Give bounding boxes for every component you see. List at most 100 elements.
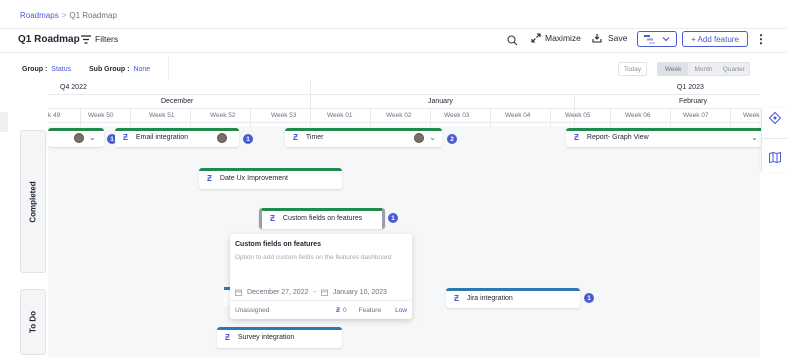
feature-z-icon: Ƶ bbox=[574, 133, 579, 142]
divider bbox=[48, 122, 760, 123]
zoom-week[interactable]: Week bbox=[658, 63, 689, 75]
subgroup-selector[interactable]: Sub Group : None bbox=[89, 66, 150, 73]
lane-label: Completed bbox=[28, 180, 38, 223]
maximize-icon bbox=[531, 33, 541, 43]
feature-name: Report- Graph View bbox=[586, 134, 649, 141]
maximize-button[interactable]: Maximize bbox=[531, 33, 581, 43]
divider bbox=[0, 52, 788, 53]
popup-type: Feature bbox=[358, 306, 382, 314]
week-label: Week 01 bbox=[327, 112, 353, 119]
filter-icon bbox=[81, 34, 91, 44]
feature-card[interactable]: Ƶ Report- Graph View ⌄ bbox=[566, 128, 766, 147]
week-label: Week 50 bbox=[88, 112, 114, 119]
divider bbox=[762, 138, 788, 139]
zoom-quarter[interactable]: Quarter bbox=[719, 63, 749, 75]
group-label: Group : bbox=[22, 66, 48, 73]
divider bbox=[670, 108, 671, 126]
subgroup-value[interactable]: None bbox=[133, 66, 150, 73]
avatar bbox=[74, 132, 84, 143]
week-label: Week 04 bbox=[505, 112, 531, 119]
divider bbox=[490, 108, 491, 126]
feature-z-icon: Ƶ bbox=[293, 133, 298, 142]
status-bar bbox=[115, 128, 239, 131]
status-bar bbox=[199, 168, 342, 171]
feature-z-icon: Ƶ bbox=[207, 174, 212, 183]
feature-z-icon: Ƶ bbox=[225, 333, 230, 342]
assignee[interactable]: Unassigned bbox=[235, 307, 269, 314]
lane-todo: To Do bbox=[20, 289, 46, 355]
month-label: December bbox=[161, 98, 194, 105]
status-bar bbox=[285, 128, 442, 131]
month-label: February bbox=[679, 98, 708, 105]
group-selector[interactable]: Group : Status bbox=[22, 66, 71, 73]
popup-title: Custom fields on features bbox=[235, 241, 321, 248]
start-date[interactable]: December 27, 2022 bbox=[247, 289, 308, 296]
popup-description: Option to add custom fields on the featu… bbox=[235, 254, 392, 261]
quarter-label: Q1 2023 bbox=[677, 84, 704, 91]
week-label: k 49 bbox=[48, 112, 61, 119]
week-label: Week 06 bbox=[625, 112, 651, 119]
feature-card[interactable]: Ƶ Date Ux Improvement bbox=[199, 168, 342, 189]
calendar-icon bbox=[320, 289, 328, 296]
week-label: Week 51 bbox=[149, 112, 175, 119]
zoom-month[interactable]: Month bbox=[688, 63, 718, 75]
subgroup-label: Sub Group : bbox=[89, 66, 130, 73]
feature-name: Custom fields on features bbox=[282, 215, 363, 222]
breadcrumb-separator: > bbox=[61, 11, 67, 20]
feature-card[interactable]: Ƶ Timer ⌄ bbox=[285, 128, 442, 147]
kebab-icon[interactable]: ⋮ bbox=[755, 33, 767, 45]
roadmap-nav-icon[interactable] bbox=[768, 111, 782, 126]
feature-card[interactable]: Ƶ Custom fields on features bbox=[259, 208, 385, 229]
today-button[interactable]: Today bbox=[618, 62, 647, 76]
breadcrumb-current: Q1 Roadmap bbox=[69, 11, 117, 20]
filters-label: Filters bbox=[95, 34, 119, 44]
calendar-icon bbox=[235, 289, 242, 296]
chevron-down-icon bbox=[662, 37, 670, 42]
feature-z-icon: Ƶ bbox=[336, 306, 341, 314]
divider bbox=[574, 94, 575, 126]
save-icon bbox=[592, 34, 602, 43]
count-badge: 1 bbox=[243, 134, 253, 144]
right-panel bbox=[761, 108, 788, 172]
add-feature-button[interactable]: + Add feature bbox=[682, 31, 748, 47]
book-icon[interactable] bbox=[769, 151, 781, 165]
quarter-label: Q4 2022 bbox=[60, 84, 87, 91]
divider bbox=[730, 108, 731, 126]
divider bbox=[610, 108, 611, 126]
chevron-down-icon[interactable]: ⌄ bbox=[429, 133, 436, 142]
divider bbox=[48, 108, 760, 109]
search-button[interactable] bbox=[505, 33, 519, 47]
filters-button[interactable]: Filters bbox=[81, 34, 118, 44]
chevron-down-icon[interactable]: ⌄ bbox=[89, 133, 96, 142]
divider bbox=[48, 94, 760, 95]
breadcrumb-roadmaps[interactable]: Roadmaps bbox=[20, 11, 59, 20]
view-select[interactable] bbox=[637, 31, 677, 47]
status-bar bbox=[48, 128, 104, 131]
save-button[interactable]: Save bbox=[592, 33, 627, 43]
feature-card[interactable]: ⌄ bbox=[48, 128, 104, 147]
chevron-down-icon[interactable]: ⌄ bbox=[751, 133, 758, 142]
popup-footer: Unassigned Ƶ 0 Feature Low bbox=[230, 300, 412, 319]
end-date[interactable]: January 10, 2023 bbox=[333, 289, 387, 296]
status-bar bbox=[566, 128, 766, 131]
status-bar bbox=[446, 288, 580, 291]
popup-priority[interactable]: Low bbox=[395, 307, 407, 314]
week-label: Week 53 bbox=[271, 112, 297, 119]
count-badge: 2 bbox=[447, 134, 457, 144]
zoom-toggle: Week Month Quarter bbox=[657, 62, 750, 76]
group-value[interactable]: Status bbox=[51, 66, 71, 73]
feature-card[interactable]: Ƶ Jira integration bbox=[446, 288, 580, 308]
month-label: January bbox=[428, 98, 453, 105]
divider bbox=[168, 56, 169, 80]
divider bbox=[250, 108, 251, 126]
count-badge: 1 bbox=[388, 213, 398, 223]
feature-card[interactable]: Ƶ Survey integration bbox=[217, 327, 342, 348]
week-label: Week 02 bbox=[386, 112, 412, 119]
feature-z-icon: Ƶ bbox=[454, 293, 459, 303]
feature-z-icon: Ƶ bbox=[123, 133, 128, 142]
feature-name: Jira integration bbox=[466, 294, 513, 302]
feature-card[interactable]: Ƶ Email integration bbox=[115, 128, 239, 147]
avatar bbox=[414, 132, 425, 143]
divider bbox=[80, 108, 81, 126]
feature-name: Survey integration bbox=[237, 334, 295, 341]
